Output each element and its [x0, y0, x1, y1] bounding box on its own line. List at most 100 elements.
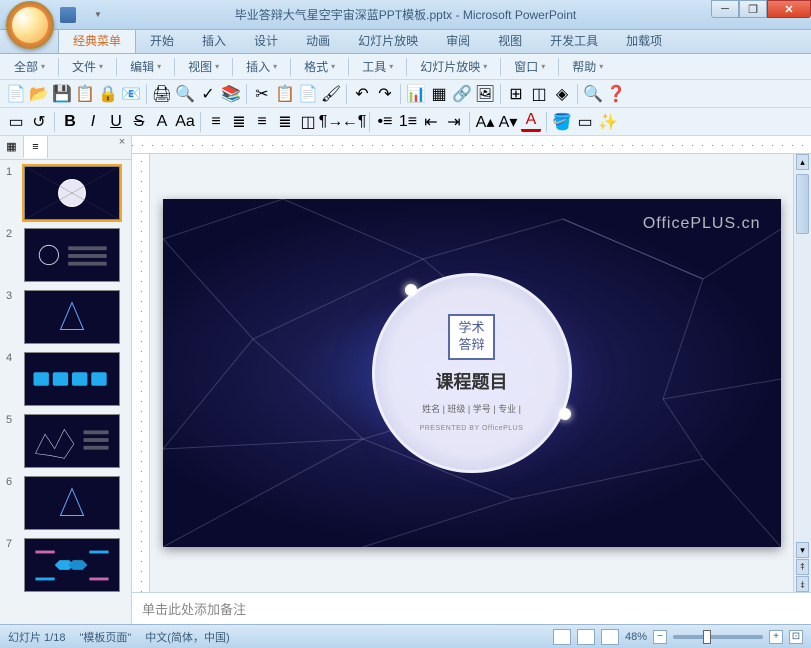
zoom-slider[interactable]	[673, 635, 763, 639]
tab-design[interactable]: 设计	[240, 28, 292, 53]
thumb-panel-close[interactable]: ×	[113, 136, 131, 159]
zoom-out-button[interactable]: −	[653, 630, 667, 644]
redo-icon[interactable]: ↷	[375, 84, 395, 104]
thumb-item[interactable]: 4	[6, 352, 125, 406]
menu-all[interactable]: 全部▾	[6, 55, 53, 78]
menu-format[interactable]: 格式▾	[296, 55, 343, 78]
indent-inc-icon[interactable]: ⇥	[444, 112, 464, 132]
thumb-slide-3[interactable]	[24, 290, 120, 344]
tab-review[interactable]: 审阅	[432, 28, 484, 53]
justify-icon[interactable]: ≣	[275, 112, 295, 132]
change-case-icon[interactable]: Aa	[175, 112, 195, 132]
reset-icon[interactable]: ↺	[29, 112, 49, 132]
align-center-icon[interactable]: ≣	[229, 112, 249, 132]
thumb-slide-6[interactable]	[24, 476, 120, 530]
paste-icon[interactable]: 📄	[298, 84, 318, 104]
thumb-item[interactable]: 3	[6, 290, 125, 344]
align-left-icon[interactable]: ≡	[206, 112, 226, 132]
save-icon[interactable]: 💾	[52, 84, 72, 104]
tab-animation[interactable]: 动画	[292, 28, 344, 53]
preview-icon[interactable]: 🔍	[175, 84, 195, 104]
font-color-icon[interactable]: A	[521, 112, 541, 132]
thumb-item[interactable]: 2	[6, 228, 125, 282]
italic-icon[interactable]: I	[83, 112, 103, 132]
close-button[interactable]: ✕	[767, 0, 811, 18]
zoom-fit-button[interactable]: ⊡	[789, 630, 803, 644]
object-icon[interactable]: ◫	[529, 84, 549, 104]
scrollbar-vertical[interactable]: ▴ ▾ ⤉ ⤈	[793, 154, 811, 592]
zoom-icon[interactable]: 🔍	[583, 84, 603, 104]
scroll-up-icon[interactable]: ▴	[796, 154, 809, 170]
strike-icon[interactable]: S	[129, 112, 149, 132]
menu-slideshow[interactable]: 幻灯片放映▾	[412, 55, 495, 78]
picture-icon[interactable]: 🖼	[475, 84, 495, 104]
shadow-icon[interactable]: A	[152, 112, 172, 132]
numbering-icon[interactable]: 1≡	[398, 112, 418, 132]
research-icon[interactable]: 📚	[221, 84, 241, 104]
menu-file[interactable]: 文件▾	[64, 55, 111, 78]
copy-icon[interactable]: 📋	[275, 84, 295, 104]
office-button[interactable]	[6, 1, 54, 49]
tab-addins[interactable]: 加载项	[612, 28, 676, 53]
email-icon[interactable]: 📧	[121, 84, 141, 104]
thumb-slide-7[interactable]	[24, 538, 120, 592]
diagram-icon[interactable]: ◈	[552, 84, 572, 104]
thumb-slide-4[interactable]	[24, 352, 120, 406]
tab-insert[interactable]: 插入	[188, 28, 240, 53]
help-icon[interactable]: ❓	[606, 84, 626, 104]
next-slide-icon[interactable]: ⤈	[796, 576, 809, 592]
menu-insert[interactable]: 插入▾	[238, 55, 285, 78]
new-icon[interactable]: 📄	[6, 84, 26, 104]
notes-pane[interactable]: 单击此处添加备注	[132, 592, 811, 624]
font-size-inc-icon[interactable]: A▴	[475, 112, 495, 132]
rtl-icon[interactable]: ←¶	[344, 112, 364, 132]
view-sorter-icon[interactable]	[577, 629, 595, 645]
align-right-icon[interactable]: ≡	[252, 112, 272, 132]
tab-slideshow[interactable]: 幻灯片放映	[344, 28, 432, 53]
view-normal-icon[interactable]	[553, 629, 571, 645]
permission-icon[interactable]: 🔒	[98, 84, 118, 104]
thumb-item[interactable]: 6	[6, 476, 125, 530]
bold-icon[interactable]: B	[60, 112, 80, 132]
zoom-in-button[interactable]: +	[769, 630, 783, 644]
save-icon[interactable]	[60, 7, 76, 23]
saveas-icon[interactable]: 📋	[75, 84, 95, 104]
menu-edit[interactable]: 编辑▾	[122, 55, 169, 78]
undo-icon[interactable]: ↶	[352, 84, 372, 104]
tab-view[interactable]: 视图	[484, 28, 536, 53]
table-icon[interactable]: ▦	[429, 84, 449, 104]
menu-window[interactable]: 窗口▾	[506, 55, 553, 78]
slide-canvas[interactable]: OfficePLUS.cn 学术 答辩 课程题目 姓名 | 班级 | 学号 | …	[163, 199, 781, 547]
scroll-down-icon[interactable]: ▾	[796, 542, 809, 558]
maximize-button[interactable]: ❐	[739, 0, 767, 18]
thumb-slide-2[interactable]	[24, 228, 120, 282]
columns-icon[interactable]: ◫	[298, 112, 318, 132]
shape-outline-icon[interactable]: ▭	[575, 112, 595, 132]
spell-icon[interactable]: ✓	[198, 84, 218, 104]
thumb-slide-5[interactable]	[24, 414, 120, 468]
thumb-tab-slides[interactable]: ▦	[0, 136, 24, 158]
layout-icon[interactable]: ▭	[6, 112, 26, 132]
scroll-thumb[interactable]	[796, 174, 809, 234]
menu-tools[interactable]: 工具▾	[354, 55, 401, 78]
minimize-button[interactable]: ─	[711, 0, 739, 18]
bullets-icon[interactable]: •≡	[375, 112, 395, 132]
cut-icon[interactable]: ✂	[252, 84, 272, 104]
view-show-icon[interactable]	[601, 629, 619, 645]
chart-icon[interactable]: 📊	[406, 84, 426, 104]
table-insert-icon[interactable]: ⊞	[506, 84, 526, 104]
shape-effects-icon[interactable]: ✨	[598, 112, 618, 132]
thumb-item[interactable]: 7	[6, 538, 125, 592]
tab-developer[interactable]: 开发工具	[536, 28, 612, 53]
hyperlink-icon[interactable]: 🔗	[452, 84, 472, 104]
prev-slide-icon[interactable]: ⤉	[796, 559, 809, 575]
thumb-item[interactable]: 1	[6, 166, 125, 220]
tab-classic-menu[interactable]: 经典菜单	[58, 27, 136, 53]
format-painter-icon[interactable]: 🖌	[321, 84, 341, 104]
thumb-tab-outline[interactable]: ≡	[24, 136, 48, 158]
thumb-item[interactable]: 5	[6, 414, 125, 468]
font-size-dec-icon[interactable]: A▾	[498, 112, 518, 132]
thumb-slide-1[interactable]	[24, 166, 120, 220]
ltr-icon[interactable]: ¶→	[321, 112, 341, 132]
menu-help[interactable]: 帮助▾	[564, 55, 611, 78]
